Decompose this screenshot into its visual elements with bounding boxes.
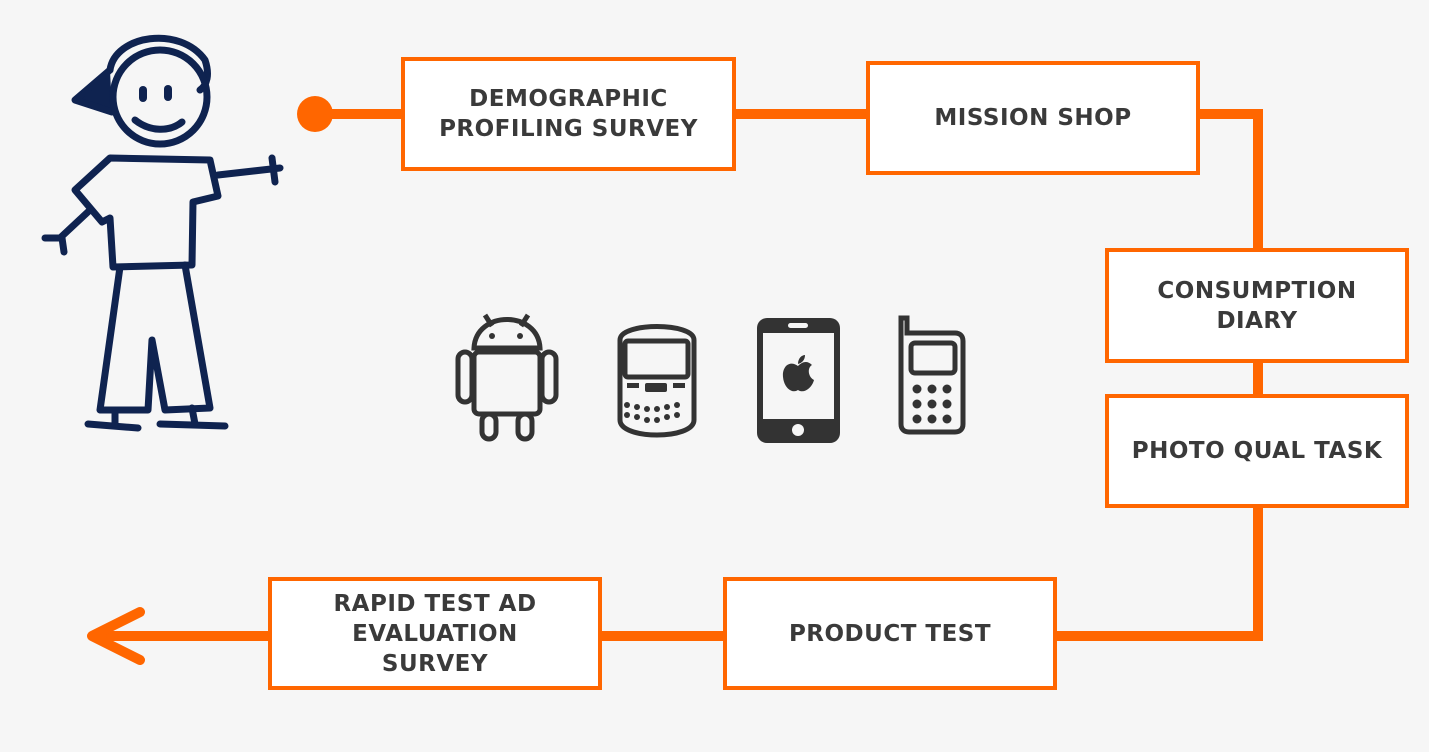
iphone-icon: [757, 318, 840, 443]
step-product-test: PRODUCT TEST: [723, 577, 1057, 690]
step-photo-qual-task: PHOTO QUAL TASK: [1105, 394, 1409, 508]
connector-line: [1053, 109, 1263, 641]
step-mission-shop: MISSION SHOP: [866, 61, 1200, 175]
step-rapid-test-ad-evaluation-survey: RAPID TEST AD EVALUATION SURVEY: [268, 577, 602, 690]
blackberry-icon: [617, 324, 697, 438]
start-dot-icon: [297, 96, 333, 132]
step-demographic-profiling-survey: DEMOGRAPHIC PROFILING SURVEY: [401, 57, 736, 171]
feature-phone-icon: [898, 315, 966, 435]
stick-figure-icon: [41, 34, 284, 432]
step-consumption-diary: CONSUMPTION DIARY: [1105, 248, 1409, 363]
android-icon: [455, 313, 559, 442]
